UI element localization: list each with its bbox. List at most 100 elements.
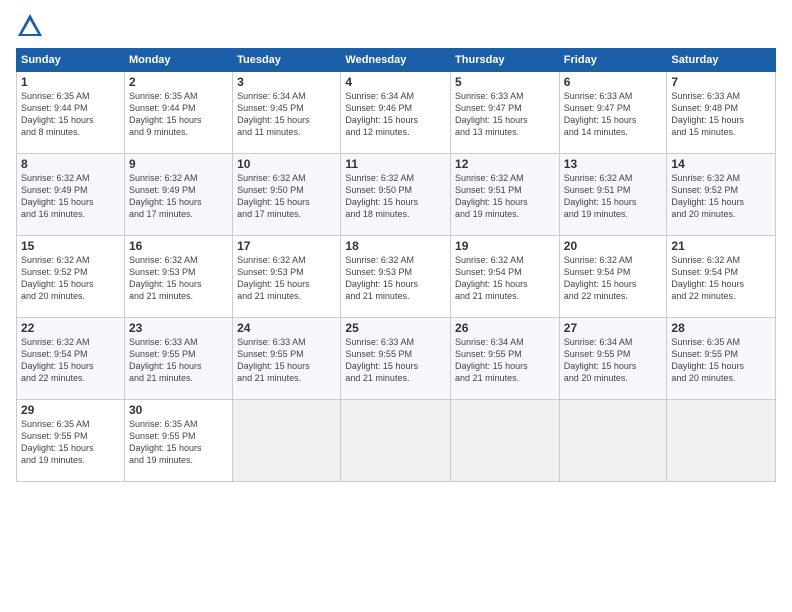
day-info: Sunrise: 6:33 AMSunset: 9:55 PMDaylight:… [129, 336, 228, 385]
calendar-row-4: 22Sunrise: 6:32 AMSunset: 9:54 PMDayligh… [17, 318, 776, 400]
day-info: Sunrise: 6:34 AMSunset: 9:55 PMDaylight:… [564, 336, 663, 385]
header-tuesday: Tuesday [233, 49, 341, 72]
calendar-cell [233, 400, 341, 482]
day-number: 7 [671, 75, 771, 89]
calendar-cell: 18Sunrise: 6:32 AMSunset: 9:53 PMDayligh… [341, 236, 451, 318]
calendar-cell: 11Sunrise: 6:32 AMSunset: 9:50 PMDayligh… [341, 154, 451, 236]
calendar-row-1: 1Sunrise: 6:35 AMSunset: 9:44 PMDaylight… [17, 72, 776, 154]
calendar-cell: 17Sunrise: 6:32 AMSunset: 9:53 PMDayligh… [233, 236, 341, 318]
calendar-cell: 10Sunrise: 6:32 AMSunset: 9:50 PMDayligh… [233, 154, 341, 236]
day-info: Sunrise: 6:32 AMSunset: 9:51 PMDaylight:… [455, 172, 555, 221]
day-info: Sunrise: 6:32 AMSunset: 9:52 PMDaylight:… [21, 254, 120, 303]
day-number: 27 [564, 321, 663, 335]
day-info: Sunrise: 6:33 AMSunset: 9:47 PMDaylight:… [564, 90, 663, 139]
day-info: Sunrise: 6:34 AMSunset: 9:45 PMDaylight:… [237, 90, 336, 139]
calendar-cell: 2Sunrise: 6:35 AMSunset: 9:44 PMDaylight… [124, 72, 232, 154]
calendar-row-3: 15Sunrise: 6:32 AMSunset: 9:52 PMDayligh… [17, 236, 776, 318]
day-number: 22 [21, 321, 120, 335]
day-info: Sunrise: 6:32 AMSunset: 9:53 PMDaylight:… [129, 254, 228, 303]
calendar-cell: 5Sunrise: 6:33 AMSunset: 9:47 PMDaylight… [451, 72, 560, 154]
calendar-cell: 13Sunrise: 6:32 AMSunset: 9:51 PMDayligh… [559, 154, 667, 236]
day-number: 14 [671, 157, 771, 171]
calendar-cell [451, 400, 560, 482]
calendar-cell: 23Sunrise: 6:33 AMSunset: 9:55 PMDayligh… [124, 318, 232, 400]
calendar-cell: 29Sunrise: 6:35 AMSunset: 9:55 PMDayligh… [17, 400, 125, 482]
day-info: Sunrise: 6:32 AMSunset: 9:54 PMDaylight:… [455, 254, 555, 303]
day-number: 25 [345, 321, 446, 335]
day-number: 21 [671, 239, 771, 253]
calendar-cell: 4Sunrise: 6:34 AMSunset: 9:46 PMDaylight… [341, 72, 451, 154]
calendar-cell: 26Sunrise: 6:34 AMSunset: 9:55 PMDayligh… [451, 318, 560, 400]
day-info: Sunrise: 6:32 AMSunset: 9:54 PMDaylight:… [564, 254, 663, 303]
day-info: Sunrise: 6:34 AMSunset: 9:46 PMDaylight:… [345, 90, 446, 139]
calendar-cell: 1Sunrise: 6:35 AMSunset: 9:44 PMDaylight… [17, 72, 125, 154]
day-info: Sunrise: 6:32 AMSunset: 9:53 PMDaylight:… [237, 254, 336, 303]
day-info: Sunrise: 6:34 AMSunset: 9:55 PMDaylight:… [455, 336, 555, 385]
day-number: 26 [455, 321, 555, 335]
day-number: 9 [129, 157, 228, 171]
calendar-cell: 6Sunrise: 6:33 AMSunset: 9:47 PMDaylight… [559, 72, 667, 154]
calendar-cell: 27Sunrise: 6:34 AMSunset: 9:55 PMDayligh… [559, 318, 667, 400]
day-info: Sunrise: 6:32 AMSunset: 9:50 PMDaylight:… [345, 172, 446, 221]
calendar-cell: 19Sunrise: 6:32 AMSunset: 9:54 PMDayligh… [451, 236, 560, 318]
calendar-cell: 3Sunrise: 6:34 AMSunset: 9:45 PMDaylight… [233, 72, 341, 154]
day-info: Sunrise: 6:32 AMSunset: 9:49 PMDaylight:… [21, 172, 120, 221]
day-number: 13 [564, 157, 663, 171]
day-number: 4 [345, 75, 446, 89]
calendar-cell: 9Sunrise: 6:32 AMSunset: 9:49 PMDaylight… [124, 154, 232, 236]
header-monday: Monday [124, 49, 232, 72]
day-info: Sunrise: 6:33 AMSunset: 9:48 PMDaylight:… [671, 90, 771, 139]
header-wednesday: Wednesday [341, 49, 451, 72]
header-friday: Friday [559, 49, 667, 72]
header-sunday: Sunday [17, 49, 125, 72]
day-number: 18 [345, 239, 446, 253]
day-info: Sunrise: 6:35 AMSunset: 9:55 PMDaylight:… [671, 336, 771, 385]
day-info: Sunrise: 6:35 AMSunset: 9:55 PMDaylight:… [129, 418, 228, 467]
day-info: Sunrise: 6:32 AMSunset: 9:49 PMDaylight:… [129, 172, 228, 221]
day-number: 30 [129, 403, 228, 417]
day-info: Sunrise: 6:33 AMSunset: 9:47 PMDaylight:… [455, 90, 555, 139]
calendar-cell: 8Sunrise: 6:32 AMSunset: 9:49 PMDaylight… [17, 154, 125, 236]
calendar-cell: 28Sunrise: 6:35 AMSunset: 9:55 PMDayligh… [667, 318, 776, 400]
day-number: 28 [671, 321, 771, 335]
day-number: 11 [345, 157, 446, 171]
calendar-cell: 15Sunrise: 6:32 AMSunset: 9:52 PMDayligh… [17, 236, 125, 318]
day-number: 5 [455, 75, 555, 89]
calendar-cell: 7Sunrise: 6:33 AMSunset: 9:48 PMDaylight… [667, 72, 776, 154]
calendar-cell [667, 400, 776, 482]
calendar-cell [341, 400, 451, 482]
day-info: Sunrise: 6:33 AMSunset: 9:55 PMDaylight:… [345, 336, 446, 385]
day-number: 12 [455, 157, 555, 171]
calendar-cell: 30Sunrise: 6:35 AMSunset: 9:55 PMDayligh… [124, 400, 232, 482]
day-info: Sunrise: 6:32 AMSunset: 9:50 PMDaylight:… [237, 172, 336, 221]
day-number: 15 [21, 239, 120, 253]
calendar-cell: 20Sunrise: 6:32 AMSunset: 9:54 PMDayligh… [559, 236, 667, 318]
day-number: 19 [455, 239, 555, 253]
day-number: 29 [21, 403, 120, 417]
day-info: Sunrise: 6:32 AMSunset: 9:54 PMDaylight:… [21, 336, 120, 385]
day-number: 6 [564, 75, 663, 89]
day-number: 1 [21, 75, 120, 89]
calendar-cell: 24Sunrise: 6:33 AMSunset: 9:55 PMDayligh… [233, 318, 341, 400]
calendar-cell: 21Sunrise: 6:32 AMSunset: 9:54 PMDayligh… [667, 236, 776, 318]
day-number: 8 [21, 157, 120, 171]
day-info: Sunrise: 6:35 AMSunset: 9:44 PMDaylight:… [21, 90, 120, 139]
calendar-cell: 22Sunrise: 6:32 AMSunset: 9:54 PMDayligh… [17, 318, 125, 400]
day-info: Sunrise: 6:35 AMSunset: 9:55 PMDaylight:… [21, 418, 120, 467]
header-thursday: Thursday [451, 49, 560, 72]
calendar-table: SundayMondayTuesdayWednesdayThursdayFrid… [16, 48, 776, 482]
header-saturday: Saturday [667, 49, 776, 72]
day-number: 3 [237, 75, 336, 89]
day-info: Sunrise: 6:32 AMSunset: 9:54 PMDaylight:… [671, 254, 771, 303]
day-number: 23 [129, 321, 228, 335]
day-info: Sunrise: 6:32 AMSunset: 9:53 PMDaylight:… [345, 254, 446, 303]
day-number: 16 [129, 239, 228, 253]
day-number: 17 [237, 239, 336, 253]
day-info: Sunrise: 6:32 AMSunset: 9:52 PMDaylight:… [671, 172, 771, 221]
day-info: Sunrise: 6:32 AMSunset: 9:51 PMDaylight:… [564, 172, 663, 221]
calendar-row-5: 29Sunrise: 6:35 AMSunset: 9:55 PMDayligh… [17, 400, 776, 482]
calendar-header-row: SundayMondayTuesdayWednesdayThursdayFrid… [17, 49, 776, 72]
logo [16, 12, 48, 40]
header [16, 12, 776, 40]
calendar-row-2: 8Sunrise: 6:32 AMSunset: 9:49 PMDaylight… [17, 154, 776, 236]
